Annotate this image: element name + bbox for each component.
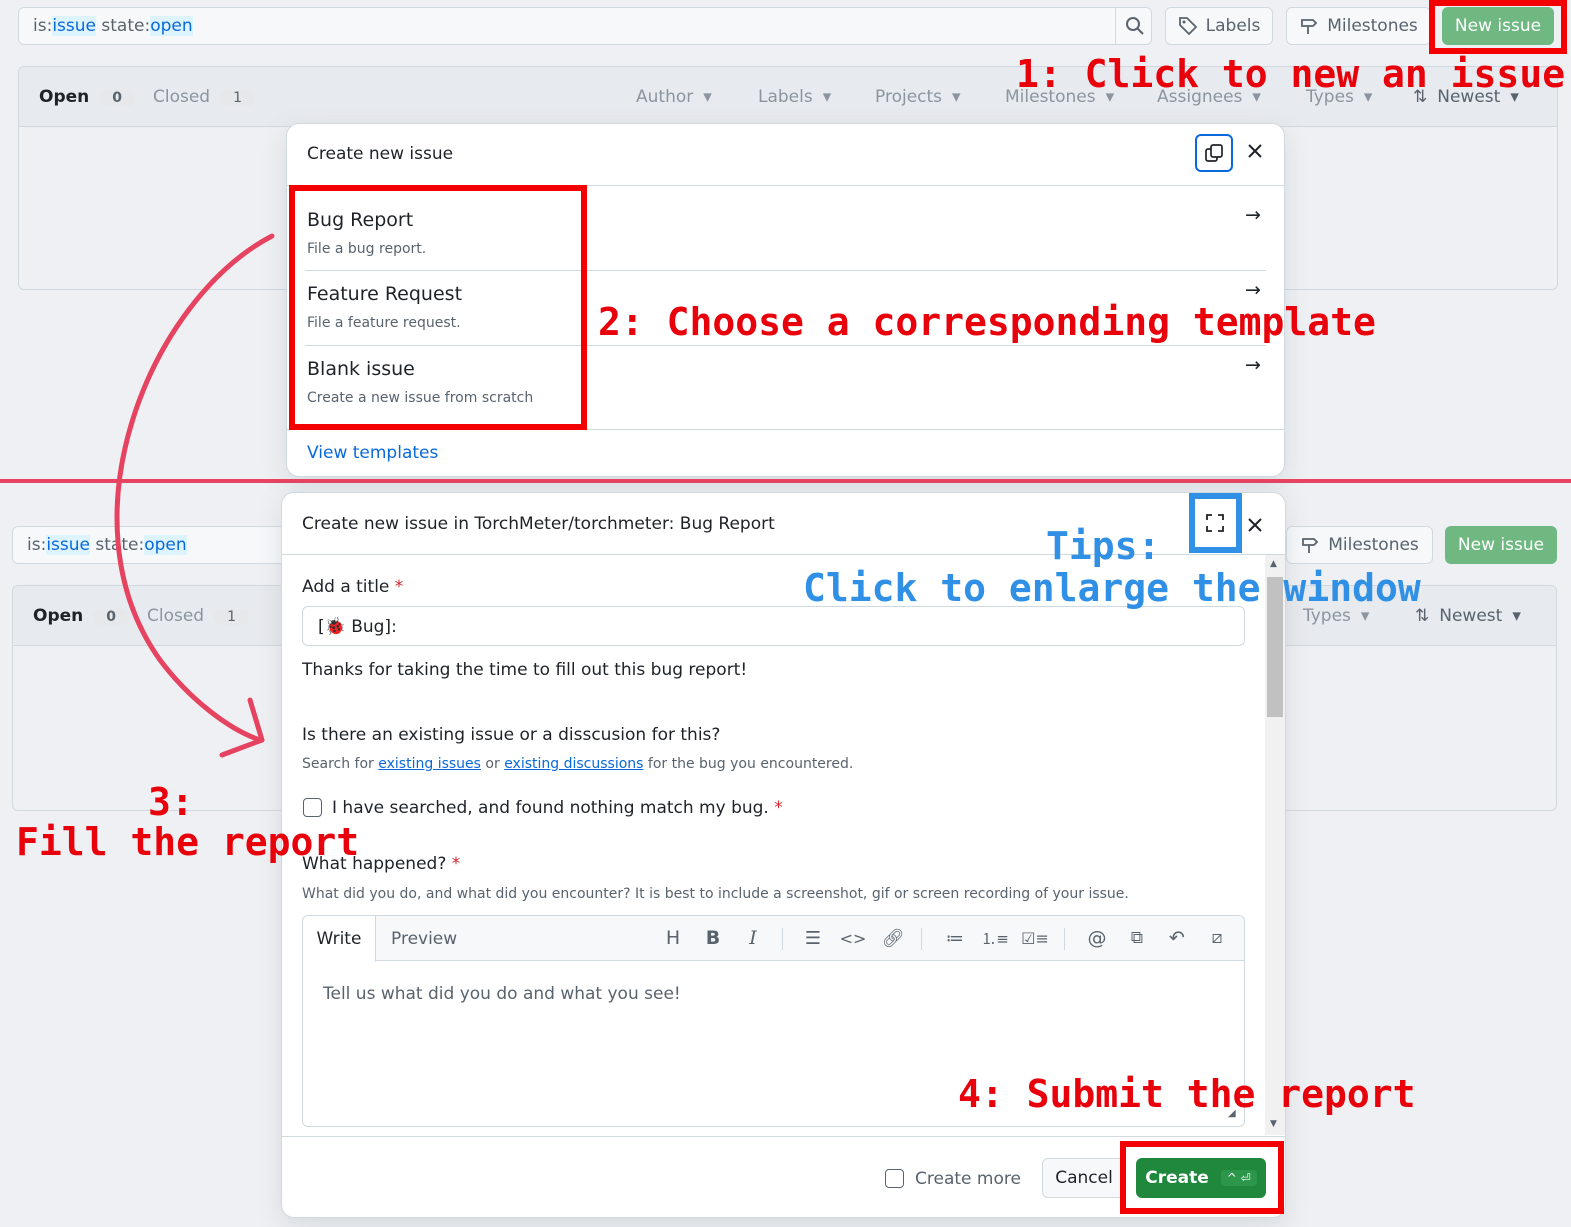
close-icon — [1248, 518, 1262, 532]
milestones-label: Milestones — [1328, 535, 1419, 555]
required-marker: * — [774, 798, 783, 818]
heading-icon[interactable]: H — [661, 926, 685, 950]
create-more-checkbox[interactable] — [885, 1169, 904, 1188]
existing-discussions-link[interactable]: existing discussions — [504, 756, 643, 772]
toolbar-separator — [782, 928, 783, 950]
cancel-label: Cancel — [1055, 1168, 1113, 1188]
tips-text: Click to enlarge the window — [803, 566, 1421, 610]
milestone-icon — [1301, 19, 1318, 34]
tag-icon — [1178, 17, 1197, 36]
step2-annotation: 2: Choose a corresponding template — [598, 300, 1376, 344]
editor-placeholder: Tell us what did you do and what you see… — [323, 984, 681, 1004]
create-button[interactable]: Create ^ ⏎ — [1136, 1158, 1266, 1198]
milestone-icon — [1302, 538, 1319, 553]
mention-icon[interactable]: @ — [1085, 926, 1109, 950]
fullscreen-button[interactable] — [1200, 508, 1230, 538]
create-more-label: Create more — [915, 1169, 1021, 1189]
top-milestones-button[interactable]: Milestones — [1286, 7, 1431, 45]
milestones-label: Milestones — [1327, 16, 1418, 36]
label-text: I have searched, and found nothing match… — [332, 798, 769, 818]
tab-preview[interactable]: Preview — [391, 929, 457, 949]
fullscreen-icon — [1206, 514, 1224, 532]
quote-icon[interactable]: ☰ — [801, 926, 825, 950]
scrollbar[interactable]: ▲ ▼ — [1265, 555, 1285, 1135]
formatting-buttons: H B I ☰ <> 🔗︎ ≔ ⒈≡ ☑≡ @ ⧉ ↶ ⧄ — [653, 926, 1233, 952]
what-happened-description: What did you do, and what did you encoun… — [302, 886, 1129, 902]
toolbar-separator — [1064, 928, 1065, 950]
arrow-right-icon: → — [1245, 354, 1261, 376]
chevron-down-icon: ▾ — [703, 87, 712, 107]
duplicate-icon — [1205, 144, 1223, 162]
top-search-button[interactable] — [1115, 8, 1153, 44]
close-icon — [1248, 144, 1262, 158]
desc-text: for the bug you encountered. — [647, 756, 854, 772]
filter-label: Author — [636, 87, 694, 107]
tips-title: Tips: — [1046, 524, 1161, 568]
tab-write-label: Write — [316, 929, 362, 949]
task-list-icon[interactable]: ☑≡ — [1021, 926, 1049, 950]
arrow-right-icon: → — [1245, 204, 1261, 226]
step3-arrow — [114, 233, 275, 758]
labels-label: Labels — [1205, 16, 1261, 36]
new-issue-label: New issue — [1454, 16, 1542, 36]
bullet-list-icon[interactable]: ≔ — [943, 926, 967, 950]
cancel-button[interactable]: Cancel — [1042, 1158, 1126, 1198]
searched-checkbox-label: I have searched, and found nothing match… — [332, 798, 783, 818]
reference-icon[interactable]: ⧉ — [1125, 926, 1149, 950]
title-input[interactable]: [🐞 Bug]: — [302, 606, 1245, 646]
reply-icon[interactable]: ↶ — [1165, 926, 1189, 950]
duplicate-button[interactable] — [1195, 134, 1233, 172]
step3-annotation: Fill the report — [16, 820, 360, 864]
filter-projects[interactable]: Projects ▾ — [875, 87, 961, 107]
chevron-down-icon: ▾ — [822, 87, 832, 107]
dialog-close-button[interactable] — [1244, 514, 1266, 536]
sort-newest[interactable]: ⇅ Newest ▾ — [1415, 606, 1521, 626]
bold-icon[interactable]: B — [701, 926, 725, 950]
chevron-down-icon: ▾ — [952, 87, 961, 107]
top-new-issue-button[interactable]: New issue — [1442, 7, 1554, 45]
filter-author[interactable]: Author ▾ — [636, 87, 712, 107]
filter-label: Labels — [758, 87, 813, 107]
step3-number: 3: — [148, 780, 194, 824]
new-issue-label: New issue — [1457, 535, 1545, 555]
top-labels-button[interactable]: Labels — [1165, 7, 1273, 45]
slash-icon[interactable]: ⧄ — [1205, 926, 1229, 950]
code-icon[interactable]: <> — [840, 926, 867, 950]
chevron-down-icon: ▾ — [1512, 606, 1521, 626]
tab-preview-label: Preview — [391, 929, 458, 949]
step4-annotation: 4: Submit the report — [958, 1072, 1416, 1116]
sort-label: Newest — [1439, 606, 1503, 626]
filter-label: Projects — [875, 87, 943, 107]
dialog-close-button[interactable] — [1244, 140, 1266, 162]
bottom-new-issue-button[interactable]: New issue — [1445, 526, 1557, 564]
searched-checkbox[interactable] — [303, 798, 322, 817]
numbered-list-icon[interactable]: ⒈≡ — [981, 926, 1009, 950]
italic-icon[interactable]: I — [741, 926, 765, 950]
arrow-right-icon: → — [1245, 279, 1261, 301]
bottom-milestones-button[interactable]: Milestones — [1286, 526, 1433, 564]
step1-annotation: 1: Click to new an issue — [1016, 52, 1566, 96]
tab-write[interactable]: Write — [303, 916, 376, 962]
create-label: Create — [1145, 1168, 1209, 1188]
scroll-down-arrow[interactable]: ▼ — [1270, 1119, 1277, 1129]
required-marker: * — [451, 854, 461, 874]
shortcut-badge: ^ ⏎ — [1220, 1170, 1257, 1186]
footer-divider — [282, 1136, 1285, 1137]
toolbar-separator — [921, 928, 922, 950]
search-icon — [1125, 17, 1144, 35]
link-icon[interactable]: 🔗︎ — [881, 926, 905, 950]
filter-labels[interactable]: Labels ▾ — [758, 87, 831, 107]
desc-text: or — [485, 756, 500, 772]
